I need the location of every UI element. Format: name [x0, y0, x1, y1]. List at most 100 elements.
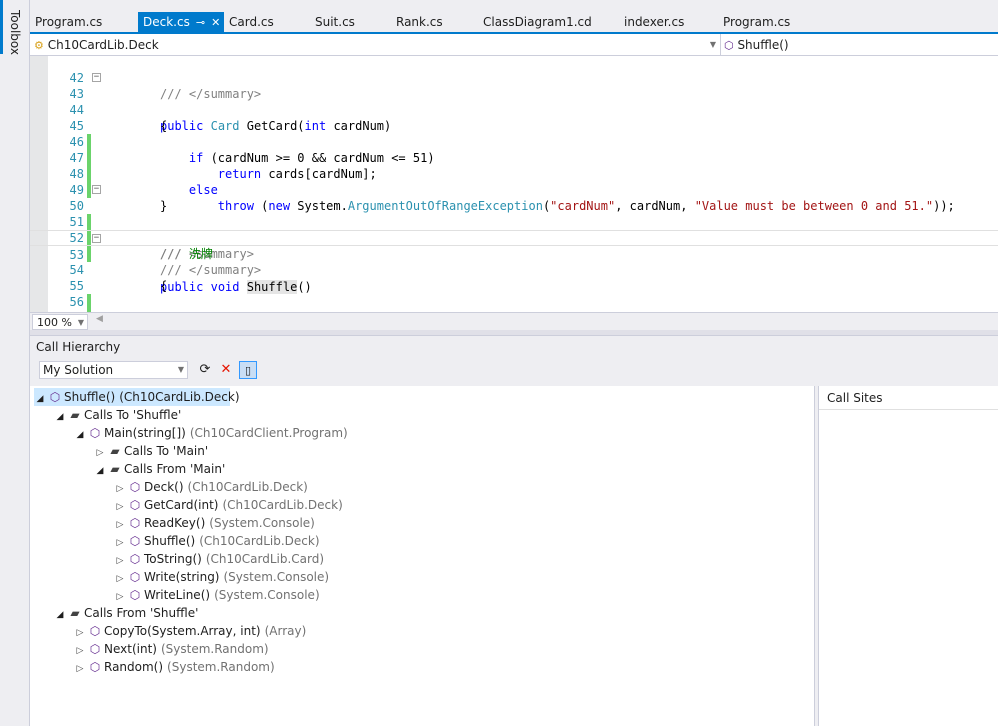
cancel-icon[interactable]: ✕ — [217, 361, 235, 379]
call-sites-pane[interactable]: Call Sites — [818, 386, 998, 726]
tab-classdiagram1-cd[interactable]: ClassDiagram1.cd — [478, 12, 618, 32]
refresh-icon[interactable]: ⟳ — [196, 361, 214, 379]
node-label: Calls From 'Shuffle' — [84, 606, 199, 620]
code-line: 43 − public Card GetCard(int cardNum) — [30, 70, 998, 134]
divider — [720, 34, 721, 56]
node-context: (System.Random) — [167, 660, 275, 674]
node-label: ToString() — [144, 552, 202, 566]
expanded-icon[interactable]: ◢ — [74, 426, 86, 444]
tab-label: Rank.cs — [396, 15, 443, 29]
call-hierarchy-tree[interactable]: ◢ ⬡ Shuffle() (Ch10CardLib.Deck) ◢ ▰ Calls To… — [30, 386, 815, 726]
tab-indexer-cs[interactable]: indexer.cs — [619, 12, 715, 32]
folder-icon: ▰ — [70, 606, 80, 620]
node-context: (System.Console) — [223, 570, 330, 584]
collapse-icon[interactable]: − — [92, 234, 101, 243]
node-label: Calls From 'Main' — [124, 462, 226, 476]
call-sites-header[interactable]: Call Sites — [819, 386, 998, 410]
tree-node-calls-to-shuffle[interactable]: ◢ ▰ Calls To 'Shuffle' — [54, 406, 182, 426]
toolbox-tab[interactable]: Toolbox — [0, 0, 22, 55]
member-selector-value: Shuffle() — [737, 38, 789, 52]
node-context: (Ch10CardLib.Deck) — [187, 480, 308, 494]
tab-deck-cs[interactable]: Deck.cs ⊸ ✕ — [138, 12, 224, 32]
navigation-bar: ⚙ Ch10CardLib.Deck ▼ ⬡ Shuffle() — [30, 34, 998, 56]
code-line: 48 throw (new System.ArgumentOutOfRangeE… — [30, 150, 998, 213]
tab-suit-cs[interactable]: Suit.cs — [310, 12, 394, 32]
tree-node-method[interactable]: ▷ ⬡ Deck() (Ch10CardLib.Deck) — [114, 478, 308, 496]
method-icon: ⬡ — [724, 39, 734, 52]
zoom-selector[interactable]: 100 % ▼ — [32, 314, 88, 330]
tree-node-calls-to-main[interactable]: ▷ ▰ Calls To 'Main' — [94, 442, 209, 460]
tree-node-method[interactable]: ▷ ⬡ GetCard(int) (Ch10CardLib.Deck) — [114, 496, 343, 514]
code-line: 44 { — [30, 86, 998, 133]
folder-icon: ▰ — [110, 444, 120, 458]
pin-icon[interactable]: ⊸ — [196, 13, 205, 33]
node-label: Random() — [104, 660, 164, 674]
pane-splitter[interactable] — [30, 330, 998, 336]
node-context: (Ch10CardClient.Program) — [189, 426, 348, 440]
tab-label: Deck.cs — [143, 15, 190, 29]
method-icon: ⬡ — [129, 534, 141, 548]
collapse-icon[interactable]: − — [92, 73, 101, 82]
tab-card-cs[interactable]: Card.cs — [224, 12, 314, 32]
tree-node-method[interactable]: ▷ ⬡ Shuffle() (Ch10CardLib.Deck) — [114, 532, 320, 550]
tree-node-calls-from-shuffle[interactable]: ◢ ▰ Calls From 'Shuffle' — [54, 604, 199, 624]
tab-rank-cs[interactable]: Rank.cs — [391, 12, 479, 32]
expanded-icon[interactable]: ◢ — [54, 606, 66, 624]
close-icon[interactable]: ✕ — [211, 13, 220, 33]
method-icon: ⬡ — [129, 480, 141, 494]
code-editor[interactable]: 42 /// </summary> 43 − public Card GetCa… — [30, 56, 998, 312]
chevron-down-icon: ▼ — [77, 318, 84, 327]
class-selector[interactable]: ⚙ Ch10CardLib.Deck ▼ — [34, 35, 718, 55]
node-label: ReadKey() — [144, 516, 206, 530]
tree-node-method[interactable]: ▷ ⬡ ReadKey() (System.Console) — [114, 514, 315, 532]
tab-program-cs[interactable]: Program.cs — [30, 12, 134, 32]
code-line: 46 return cards[cardNum]; — [30, 118, 998, 181]
node-context: (Ch10CardLib.Deck) — [199, 534, 320, 548]
expanded-icon[interactable]: ◢ — [94, 462, 106, 480]
collapse-icon[interactable]: − — [92, 185, 101, 194]
scroll-left-icon[interactable]: ◀ — [96, 314, 103, 324]
node-context: (System.Console) — [214, 588, 320, 602]
tree-node-method[interactable]: ▷ ⬡ ToString() (Ch10CardLib.Card) — [114, 550, 325, 568]
node-label: Write(string) — [144, 570, 220, 584]
tab-label: ClassDiagram1.cd — [483, 15, 592, 29]
tree-node-method[interactable]: ▷ ⬡ Random() (System.Random) — [74, 658, 275, 676]
code-line: 42 /// </summary> — [30, 56, 998, 101]
tree-node-method[interactable]: ▷ ⬡ Next(int) (System.Random) — [74, 640, 269, 658]
method-icon: ⬡ — [89, 624, 101, 638]
node-context: (Ch10CardLib.Deck) — [119, 390, 240, 404]
node-label: Main(string[]) — [104, 426, 186, 440]
class-icon: ⚙ — [34, 39, 44, 52]
node-context: (Ch10CardLib.Deck) — [222, 498, 343, 512]
tree-node-root[interactable]: ◢ ⬡ Shuffle() (Ch10CardLib.Deck) — [34, 388, 240, 408]
tab-program-cs-2[interactable]: Program.cs — [718, 12, 818, 32]
zoom-value: 100 % — [37, 316, 72, 329]
collapsed-icon[interactable]: ▷ — [74, 660, 86, 678]
code-line-current: 53 − public void Shuffle() — [30, 230, 998, 294]
member-selector[interactable]: ⬡ Shuffle() — [724, 35, 994, 55]
tab-label: Suit.cs — [315, 15, 355, 29]
code-line: 49 } — [30, 166, 998, 213]
node-context: (System.Console) — [209, 516, 315, 530]
expanded-icon[interactable]: ◢ — [34, 390, 46, 408]
scope-value: My Solution — [43, 363, 114, 377]
tree-node-method[interactable]: ▷ ⬡ CopyTo(System.Array, int) (Array) — [74, 622, 307, 640]
expanded-icon[interactable]: ◢ — [54, 408, 66, 426]
code-line: 50 − /// <summary> — [30, 182, 998, 262]
tab-label: Program.cs — [723, 15, 791, 29]
tree-node-method[interactable]: ▷ ⬡ WriteLine() (System.Console) — [114, 586, 320, 604]
toggle-details-icon[interactable]: ▯ — [239, 361, 257, 379]
node-label: GetCard(int) — [144, 498, 219, 512]
code-line: 56 bool[] assigned = new bool[52]; — [30, 278, 998, 312]
scope-selector[interactable]: My Solution ▼ — [39, 361, 188, 379]
node-context: (Ch10CardLib.Card) — [205, 552, 325, 566]
tree-node-calls-from-main[interactable]: ◢ ▰ Calls From 'Main' — [94, 460, 226, 480]
node-context: (System.Random) — [160, 642, 269, 656]
method-icon: ⬡ — [129, 498, 141, 512]
node-label: CopyTo(System.Array, int) — [104, 624, 261, 638]
tree-node-main[interactable]: ◢ ⬡ Main(string[]) (Ch10CardClient.Program) — [74, 424, 348, 442]
folder-icon: ▰ — [70, 408, 80, 422]
call-hierarchy-toolbar: My Solution ▼ ⟳ ✕ ▯ — [30, 358, 998, 382]
tree-node-method[interactable]: ▷ ⬡ Write(string) (System.Console) — [114, 568, 330, 586]
method-icon: ⬡ — [129, 570, 141, 584]
